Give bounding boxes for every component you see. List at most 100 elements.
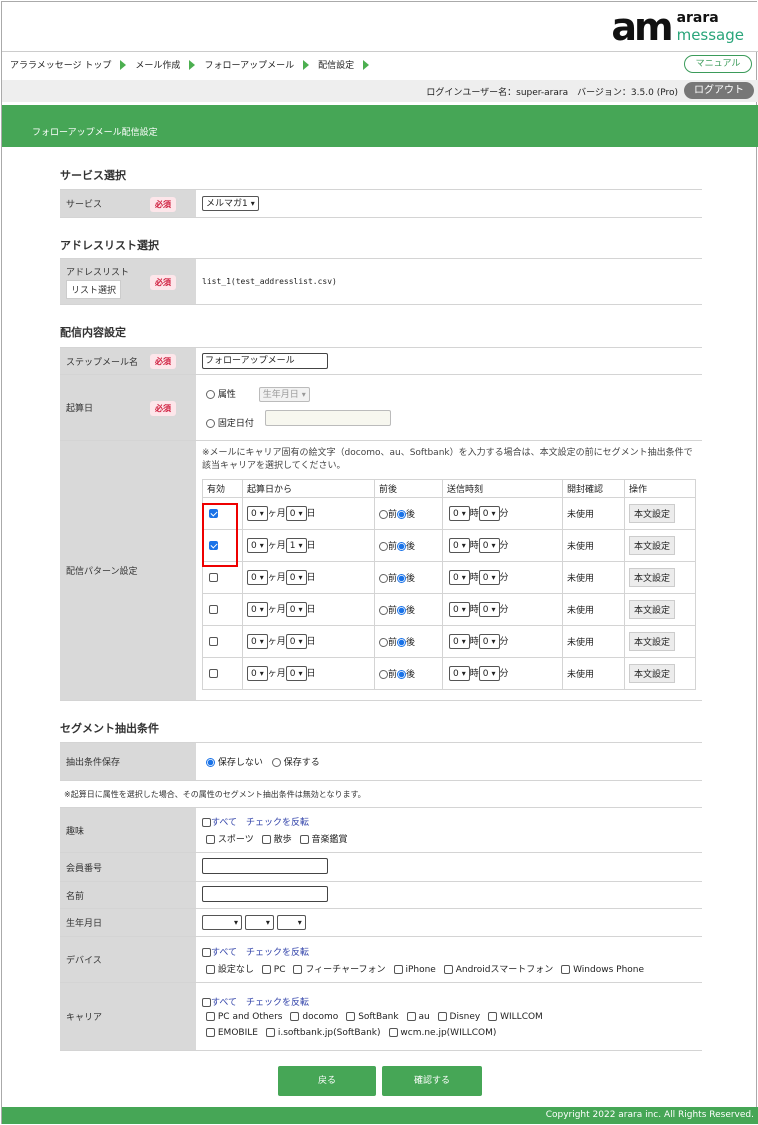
pattern-enabled-checkbox[interactable] (209, 636, 218, 646)
chevron-down-icon: ▾ (491, 509, 496, 518)
logo-mark: am (611, 5, 673, 49)
pattern-enabled-checkbox[interactable] (209, 604, 218, 614)
no-save-radio[interactable] (206, 758, 215, 767)
body-setting-button[interactable]: 本文設定 (629, 600, 676, 619)
carrier-checkbox[interactable] (388, 1028, 398, 1037)
carrier-checkbox[interactable] (206, 1012, 215, 1021)
name-input[interactable] (202, 885, 328, 902)
birth-year-select[interactable]: ▾ (202, 915, 242, 930)
before-radio[interactable] (379, 574, 388, 583)
months-select[interactable]: 0 ▾ (247, 602, 268, 617)
unit-day: 日 (306, 509, 316, 519)
minute-select[interactable]: 0 ▾ (478, 634, 500, 649)
hour-select[interactable]: 0 ▾ (449, 602, 470, 617)
before-radio[interactable] (379, 542, 388, 551)
days-select[interactable]: 0 ▾ (285, 570, 307, 585)
months-select[interactable]: 0 ▾ (247, 634, 268, 649)
save-radio[interactable] (271, 758, 281, 767)
body-setting-button[interactable]: 本文設定 (629, 568, 676, 587)
days-select[interactable]: 0 ▾ (285, 602, 307, 617)
days-select[interactable]: 0 ▾ (285, 634, 307, 649)
before-radio[interactable] (379, 510, 388, 519)
body-setting-button[interactable]: 本文設定 (629, 664, 676, 683)
before-radio[interactable] (379, 670, 388, 679)
days-select[interactable]: 0 ▾ (285, 506, 307, 521)
months-select[interactable]: 0 ▾ (247, 506, 268, 521)
carrier-checkbox[interactable] (406, 1012, 416, 1021)
logout-button[interactable]: ログアウト (684, 82, 754, 99)
body-setting-button[interactable]: 本文設定 (629, 632, 676, 651)
days-select[interactable]: 1 ▾ (285, 538, 307, 553)
after-radio[interactable] (397, 638, 407, 647)
after-radio[interactable] (397, 510, 407, 519)
confirm-button[interactable]: 確認する (382, 1066, 482, 1096)
device-all-checkbox[interactable] (202, 947, 211, 957)
hobby-checkbox[interactable] (206, 835, 215, 844)
device-checkbox[interactable] (293, 964, 303, 974)
hobby-checkbox[interactable] (299, 835, 309, 844)
back-button[interactable]: 戻る (278, 1066, 376, 1096)
device-checkbox[interactable] (261, 964, 271, 974)
carrier-checkbox[interactable] (290, 1012, 300, 1021)
hobby-all-link[interactable]: すべて (211, 818, 237, 828)
carrier-checkbox[interactable] (265, 1028, 275, 1037)
carrier-checkbox[interactable] (437, 1012, 447, 1021)
carrier-all-link[interactable]: すべて (211, 998, 237, 1008)
after-radio[interactable] (397, 670, 407, 679)
step-name-input[interactable]: フォローアップメール (202, 353, 328, 369)
minute-select[interactable]: 0 ▾ (478, 570, 500, 585)
arara-logo[interactable]: am arara message (611, 8, 744, 46)
after-radio[interactable] (397, 606, 407, 615)
pattern-enabled-checkbox[interactable] (209, 668, 218, 678)
service-select[interactable]: メルマガ1 ▾ (202, 196, 259, 211)
hour-select[interactable]: 0 ▾ (449, 570, 470, 585)
before-radio[interactable] (379, 606, 388, 615)
months-select[interactable]: 0 ▾ (247, 570, 268, 585)
months-select[interactable]: 0 ▾ (247, 666, 268, 681)
manual-button[interactable]: マニュアル (684, 55, 752, 73)
pattern-enabled-checkbox[interactable] (209, 572, 218, 582)
minute-select[interactable]: 0 ▾ (478, 666, 500, 681)
attr-radio[interactable] (206, 389, 215, 399)
breadcrumb-top[interactable]: アララメッセージ トップ (10, 58, 111, 71)
before-radio[interactable] (379, 638, 388, 647)
attr-select[interactable]: 生年月日 ▾ (258, 386, 310, 402)
hour-select[interactable]: 0 ▾ (449, 506, 470, 521)
member-no-input[interactable] (202, 857, 328, 874)
minute-select[interactable]: 0 ▾ (478, 602, 500, 617)
fixed-date-radio[interactable] (206, 418, 215, 428)
carrier-all-checkbox[interactable] (202, 998, 211, 1007)
carrier-checkbox[interactable] (346, 1012, 356, 1021)
logo-word-message: message (676, 26, 744, 44)
breadcrumb-followup[interactable]: フォローアップメール (204, 58, 294, 71)
minute-select[interactable]: 0 ▾ (478, 506, 500, 521)
device-checkbox[interactable] (561, 964, 571, 974)
carrier-checkbox[interactable] (206, 1028, 215, 1037)
minute-select[interactable]: 0 ▾ (478, 538, 500, 553)
months-select[interactable]: 0 ▾ (247, 538, 268, 553)
body-setting-button[interactable]: 本文設定 (629, 504, 676, 523)
after-radio[interactable] (397, 542, 407, 551)
list-select-button[interactable]: リスト選択 (66, 279, 122, 299)
hour-select[interactable]: 0 ▾ (449, 634, 470, 649)
carrier-invert-link[interactable]: チェックを反転 (246, 998, 309, 1008)
device-invert-link[interactable]: チェックを反転 (246, 948, 309, 958)
body-setting-button[interactable]: 本文設定 (629, 536, 676, 555)
after-radio[interactable] (397, 574, 407, 583)
birth-day-select[interactable]: ▾ (276, 915, 306, 930)
hobby-checkbox[interactable] (261, 835, 271, 844)
days-select[interactable]: 0 ▾ (285, 666, 307, 681)
device-checkbox[interactable] (443, 964, 453, 974)
carrier-checkbox[interactable] (488, 1012, 498, 1021)
fixed-date-input[interactable] (264, 409, 391, 426)
hobby-all-checkbox[interactable] (202, 818, 211, 827)
hobby-invert-link[interactable]: チェックを反転 (246, 818, 309, 828)
device-all-link[interactable]: すべて (211, 948, 237, 958)
device-checkbox[interactable] (206, 964, 215, 974)
hour-select[interactable]: 0 ▾ (449, 538, 470, 553)
device-checkbox[interactable] (393, 964, 403, 974)
unit-month: ヶ月 (267, 637, 286, 647)
breadcrumb-mail-create[interactable]: メール作成 (135, 58, 180, 71)
hour-select[interactable]: 0 ▾ (449, 666, 470, 681)
birth-month-select[interactable]: ▾ (244, 915, 274, 930)
